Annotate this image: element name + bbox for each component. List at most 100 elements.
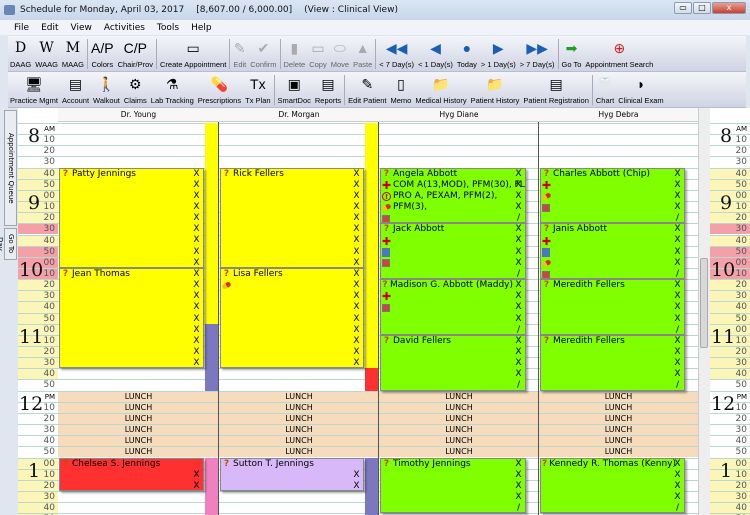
prescriptions-button[interactable]: 💊 Prescriptions xyxy=(196,74,243,107)
status-mark[interactable]: / xyxy=(514,213,523,222)
status-mark[interactable]: X xyxy=(192,347,201,358)
time-slot[interactable] xyxy=(219,379,379,390)
claims-button[interactable]: ⚙ Claims xyxy=(122,74,149,107)
status-mark[interactable]: X xyxy=(514,180,523,191)
day-view-button[interactable]: D DAAG xyxy=(8,38,33,71)
time-slot[interactable] xyxy=(219,123,379,134)
close-button[interactable]: x xyxy=(712,2,746,14)
forward-7-days-button[interactable]: ▶▶ > 7 Day(s) xyxy=(518,38,557,71)
delete-button[interactable]: ▮ Delete xyxy=(282,38,308,71)
status-mark[interactable]: X xyxy=(514,247,523,258)
status-mark[interactable]: X xyxy=(192,336,201,347)
time-slot[interactable] xyxy=(58,145,219,156)
status-mark[interactable]: X xyxy=(192,235,201,246)
edit-patient-button[interactable]: ✎ Edit Patient xyxy=(346,74,388,107)
status-mark[interactable]: X xyxy=(514,191,523,202)
time-slot[interactable] xyxy=(219,134,379,145)
appointment-block[interactable]: ? Sutton T. Jennings X X xyxy=(220,457,364,491)
walkout-button[interactable]: 🚶 Walkout xyxy=(91,74,122,107)
status-mark[interactable]: X xyxy=(673,291,682,302)
forward-1-day-button[interactable]: ▶ > 1 Day(s) xyxy=(479,38,518,71)
lunch-block[interactable]: LUNCH xyxy=(379,424,539,436)
status-mark[interactable]: X xyxy=(673,481,682,492)
time-slot[interactable] xyxy=(539,123,698,134)
status-mark[interactable]: X xyxy=(352,258,361,267)
status-mark[interactable]: X xyxy=(514,481,523,492)
status-mark[interactable]: X xyxy=(352,302,361,313)
memo-button[interactable]: ▯ Memo xyxy=(389,74,414,107)
status-mark[interactable]: X xyxy=(352,202,361,213)
time-slot[interactable] xyxy=(539,156,698,167)
status-mark[interactable]: X xyxy=(192,358,201,367)
appointment-block[interactable]: ? Meredith Fellers X X X X / xyxy=(540,334,685,391)
appointment-queue-tab[interactable]: Appointment Queue xyxy=(4,110,17,226)
appointment-search-button[interactable]: ⊕ Appointment Search xyxy=(583,38,655,71)
tx-plan-button[interactable]: Tx Tx Plan xyxy=(243,74,272,107)
time-slot[interactable] xyxy=(379,156,539,167)
provider-header[interactable]: Hyg Diane xyxy=(379,108,539,122)
status-mark[interactable]: X xyxy=(514,470,523,481)
status-mark[interactable]: X xyxy=(514,459,523,470)
appointment-block[interactable]: ? Chelsea S. Jennings X X xyxy=(59,457,204,491)
appointment-block[interactable]: ? Rick Fellers X X X X X X X X X xyxy=(220,167,364,268)
status-mark[interactable]: X xyxy=(352,470,361,481)
status-mark[interactable]: X xyxy=(673,224,682,235)
lunch-block[interactable]: LUNCH xyxy=(539,435,698,447)
status-mark[interactable]: / xyxy=(673,269,682,278)
status-mark[interactable]: X xyxy=(514,280,523,291)
status-mark[interactable]: X xyxy=(192,191,201,202)
move-button[interactable]: ⬭ Move xyxy=(329,38,351,71)
go-to-day-tab[interactable]: Go To Day xyxy=(0,228,17,260)
status-mark[interactable]: X xyxy=(192,470,201,481)
month-view-button[interactable]: M MAAG xyxy=(60,38,86,71)
time-slot[interactable] xyxy=(58,368,219,379)
status-mark[interactable]: X xyxy=(673,459,682,470)
status-mark[interactable]: X xyxy=(352,235,361,246)
lunch-block[interactable]: LUNCH xyxy=(539,412,698,425)
colors-button[interactable]: A/P Colors xyxy=(89,38,116,71)
status-mark[interactable]: X xyxy=(673,302,682,313)
status-mark[interactable]: X xyxy=(192,202,201,213)
go-to-button[interactable]: ➡ Go To xyxy=(560,38,584,71)
status-mark[interactable]: X xyxy=(514,314,523,325)
lunch-block[interactable]: LUNCH xyxy=(219,446,379,458)
status-mark[interactable]: X xyxy=(514,358,523,369)
status-mark[interactable]: X xyxy=(352,314,361,325)
lunch-block[interactable]: LUNCH xyxy=(58,401,219,413)
status-mark[interactable]: X xyxy=(352,347,361,358)
status-mark[interactable]: X xyxy=(673,191,682,202)
status-mark[interactable]: X xyxy=(192,169,201,180)
status-mark[interactable]: X xyxy=(192,481,201,490)
status-mark[interactable]: / xyxy=(514,269,523,278)
status-mark[interactable]: / xyxy=(673,380,682,389)
status-mark[interactable]: X xyxy=(673,280,682,291)
time-slot[interactable] xyxy=(379,123,539,134)
time-slot[interactable] xyxy=(539,134,698,145)
today-button[interactable]: ● Today xyxy=(455,38,479,71)
status-mark[interactable]: X xyxy=(352,336,361,347)
status-mark[interactable]: X xyxy=(352,481,361,490)
status-mark[interactable]: X xyxy=(673,202,682,213)
status-mark[interactable]: X xyxy=(192,213,201,224)
status-mark[interactable]: X xyxy=(514,291,523,302)
edit-button[interactable]: ✎ Edit xyxy=(231,38,248,71)
provider-header[interactable]: Dr. Morgan xyxy=(219,108,379,122)
status-mark[interactable]: / xyxy=(514,503,523,512)
menu-help[interactable]: Help xyxy=(191,23,212,33)
status-mark[interactable]: X xyxy=(673,336,682,347)
status-mark[interactable]: X xyxy=(673,314,682,325)
time-slot[interactable] xyxy=(539,145,698,156)
lunch-block[interactable]: LUNCH xyxy=(379,390,539,402)
status-mark[interactable]: X xyxy=(352,191,361,202)
status-mark[interactable]: X xyxy=(514,169,523,180)
time-slot[interactable] xyxy=(379,145,539,156)
appointment-block[interactable]: ? Patty Jennings X X X X X X X X X xyxy=(59,167,204,268)
lunch-block[interactable]: LUNCH xyxy=(58,435,219,447)
account-button[interactable]: ▤ Account xyxy=(60,74,91,107)
time-slot[interactable] xyxy=(58,123,219,134)
create-appointment-button[interactable]: ▭ Create Appointment xyxy=(158,38,228,71)
status-mark[interactable]: X xyxy=(514,347,523,358)
status-mark[interactable]: X xyxy=(192,258,201,267)
status-mark[interactable]: X xyxy=(673,369,682,380)
lunch-block[interactable]: LUNCH xyxy=(219,424,379,436)
